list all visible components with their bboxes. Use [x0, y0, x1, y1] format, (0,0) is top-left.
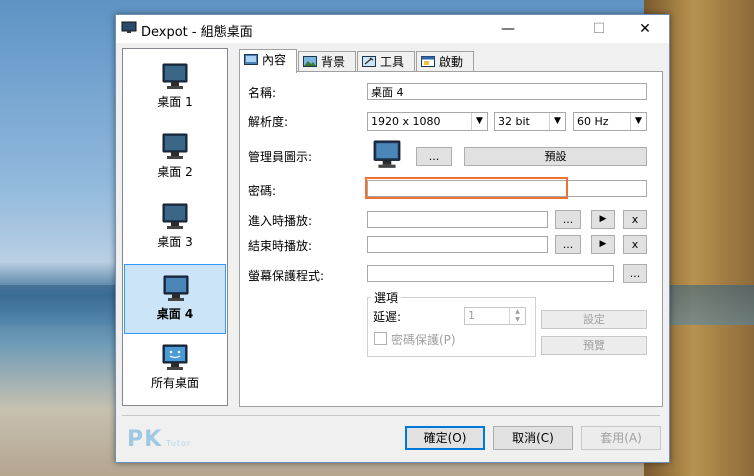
name-label: 名稱: [248, 86, 277, 100]
preview-button: 預覽 [541, 336, 647, 355]
content-panel: 名稱: 桌面 4 解析度: 1920 x 1080 ▼ 32 bit ▼ 60 … [239, 71, 663, 407]
exit-sound-browse-button[interactable]: ... [555, 235, 581, 254]
password-label: 密碼: [248, 184, 277, 198]
monitor-icon [163, 275, 189, 301]
nav-item-desktop-2[interactable]: 桌面 2 [124, 123, 226, 191]
nav-item-all-desktops[interactable]: 所有桌面 [124, 334, 226, 402]
enter-sound-input[interactable] [367, 211, 548, 228]
exit-sound-label: 結束時播放: [248, 239, 313, 253]
nav-label: 所有桌面 [150, 376, 199, 390]
footer-separator [122, 415, 660, 416]
screensaver-browse-button[interactable]: ... [623, 264, 647, 283]
desktop-icon [244, 54, 258, 65]
image-icon [303, 56, 317, 67]
tab-content[interactable]: 內容 [239, 49, 297, 73]
screensaver-label: 螢幕保護程式: [248, 269, 325, 283]
apply-button: 套用(A) [581, 426, 661, 450]
title-bar: Dexpot - 組態桌面 — ☐ ✕ [116, 15, 669, 43]
name-input[interactable]: 桌面 4 [367, 83, 647, 100]
default-icon-button[interactable]: 預設 [464, 147, 647, 166]
nav-label: 桌面 4 [156, 307, 194, 321]
tab-startup[interactable]: 啟動 [416, 51, 474, 72]
tab-background[interactable]: 背景 [298, 51, 356, 72]
resolution-value: 1920 x 1080 [371, 115, 441, 128]
delay-value: 1 [468, 309, 475, 322]
watermark-text: PK [127, 427, 163, 452]
settings-button: 設定 [541, 310, 647, 329]
tab-label: 啟動 [439, 55, 464, 69]
desktop-list: 桌面 1 桌面 2 桌面 3 桌面 4 所有桌面 [122, 48, 228, 406]
options-group-title: 選項 [371, 289, 402, 306]
password-highlight-box [365, 177, 568, 199]
nav-item-desktop-4[interactable]: 桌面 4 [124, 264, 226, 334]
enter-sound-label: 進入時播放: [248, 214, 313, 228]
minimize-button[interactable]: — [485, 15, 531, 43]
window-icon [421, 56, 435, 67]
password-protect-checkbox [374, 332, 387, 345]
color-depth-select[interactable]: 32 bit ▼ [494, 112, 566, 131]
nav-label: 桌面 3 [157, 235, 193, 249]
resolution-label: 解析度: [248, 115, 289, 129]
monitor-icon [162, 133, 188, 159]
options-group [367, 297, 536, 357]
cancel-button[interactable]: 取消(C) [493, 426, 573, 450]
enter-sound-play-button[interactable]: ▶ [591, 210, 615, 229]
password-protect-label: 密碼保護(P) [391, 333, 456, 347]
exit-sound-input[interactable] [367, 236, 548, 253]
smiling-monitor-icon [162, 344, 188, 370]
admin-monitor-icon [373, 140, 401, 168]
nav-label: 桌面 2 [157, 165, 193, 179]
monitor-icon [162, 203, 188, 229]
monitor-icon [162, 63, 188, 89]
refresh-rate-select[interactable]: 60 Hz ▼ [573, 112, 647, 131]
enter-sound-browse-button[interactable]: ... [555, 210, 581, 229]
enter-sound-clear-button[interactable]: x [623, 210, 647, 229]
nav-item-desktop-3[interactable]: 桌面 3 [124, 193, 226, 261]
maximize-button[interactable]: ☐ [576, 15, 622, 43]
chevron-down-icon: ▼ [630, 113, 646, 130]
app-monitor-icon [121, 21, 137, 33]
nav-item-desktop-1[interactable]: 桌面 1 [124, 53, 226, 121]
nav-label: 桌面 1 [157, 95, 193, 109]
tab-label: 內容 [262, 53, 287, 67]
close-button[interactable]: ✕ [622, 15, 668, 43]
browse-icon-button[interactable]: ... [416, 147, 452, 166]
ok-button[interactable]: 確定(O) [405, 426, 485, 450]
spin-up-icon: ▲ [509, 308, 525, 316]
tools-icon [362, 56, 376, 67]
tab-label: 工具 [380, 55, 405, 69]
delay-spinner: 1 ▲ ▼ [464, 307, 526, 325]
tab-tools[interactable]: 工具 [357, 51, 415, 72]
screensaver-input[interactable] [367, 265, 614, 282]
exit-sound-clear-button[interactable]: x [623, 235, 647, 254]
tab-label: 背景 [321, 55, 346, 69]
window-title: Dexpot - 組態桌面 [141, 25, 253, 40]
spin-down-icon: ▼ [509, 316, 525, 324]
delay-label: 延遲: [373, 310, 402, 324]
resolution-select[interactable]: 1920 x 1080 ▼ [367, 112, 488, 131]
dexpot-config-window: Dexpot - 組態桌面 — ☐ ✕ 桌面 1 桌面 2 桌面 3 桌面 4 … [115, 14, 670, 463]
pktutor-watermark: PK Tutor [127, 427, 191, 452]
admin-icon-label: 管理員圖示: [248, 150, 313, 164]
refresh-rate-value: 60 Hz [577, 115, 609, 128]
chevron-down-icon: ▼ [549, 113, 565, 130]
exit-sound-play-button[interactable]: ▶ [591, 235, 615, 254]
color-depth-value: 32 bit [498, 115, 530, 128]
chevron-down-icon: ▼ [471, 113, 487, 130]
watermark-subtext: Tutor [166, 439, 192, 448]
